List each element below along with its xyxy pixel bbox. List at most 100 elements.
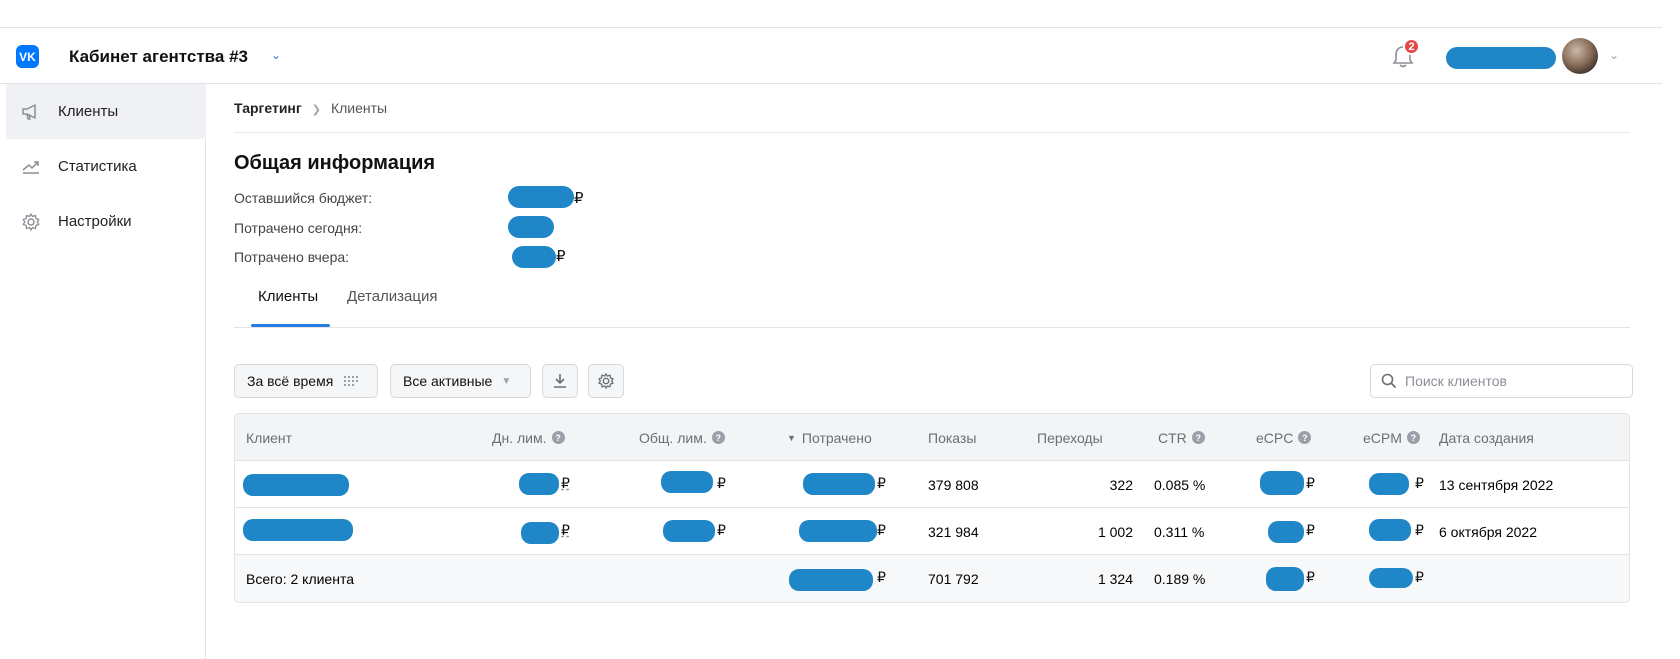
currency-sign: ₽ (556, 248, 566, 265)
tab-clients[interactable]: Клиенты (258, 288, 318, 305)
breadcrumb-root[interactable]: Таргетинг (234, 100, 302, 116)
currency-sign: ₽ (574, 190, 584, 207)
tabs-divider (234, 327, 1630, 328)
daily-limit-redacted[interactable] (519, 473, 559, 495)
chevron-right-icon: ❯ (311, 104, 321, 116)
shows-value: 379 808 (928, 476, 979, 493)
column-header-ecpm[interactable]: eCPM? (1363, 414, 1420, 461)
spent-today-label: Потрачено сегодня: (234, 220, 363, 236)
ctr-value: 0.085 % (1154, 476, 1206, 493)
daily-limit-redacted[interactable] (521, 522, 559, 544)
spent-redacted (799, 520, 877, 542)
column-header-daily-limit[interactable]: Дн. лим.? (492, 414, 565, 461)
column-header-created[interactable]: Дата создания (1439, 414, 1534, 461)
settings-button[interactable] (588, 364, 624, 398)
chevron-down-icon[interactable]: ⌄ (1609, 48, 1619, 62)
total-limit-redacted (661, 471, 713, 493)
ecpc-redacted (1268, 521, 1304, 543)
ecpm-redacted (1369, 519, 1411, 541)
currency-sign: ₽ (1306, 475, 1315, 491)
column-header-client[interactable]: Клиент (246, 414, 292, 461)
table-row[interactable]: ₽ ₽ ₽ 321 984 1 002 0.311 % ₽ ₽ 6 октябр… (235, 508, 1629, 555)
column-header-clicks[interactable]: Переходы (1037, 414, 1103, 461)
currency-sign: ₽ (1306, 522, 1315, 538)
ctr-value: 0.311 % (1154, 523, 1205, 540)
app-header: VK Кабинет агентства #3 ⌄ 2 ⌄ (0, 28, 1662, 84)
divider (234, 132, 1630, 133)
currency-sign: ₽ (717, 475, 726, 491)
sidebar-item-label: Статистика (58, 158, 137, 175)
table-row[interactable]: ₽ ₽ ₽ 379 808 322 0.085 % ₽ ₽ 13 сентябр… (235, 461, 1629, 508)
status-filter-label: Все активные (403, 373, 493, 389)
currency-sign: ₽ (717, 522, 726, 538)
total-spent-redacted (789, 569, 873, 591)
sidebar-item-statistics[interactable]: Статистика (6, 139, 206, 194)
remaining-budget-redacted (508, 186, 574, 208)
gear-icon (19, 212, 43, 232)
help-icon[interactable]: ? (1298, 431, 1312, 444)
avatar[interactable] (1562, 38, 1598, 74)
currency-sign: ₽ (561, 475, 570, 491)
period-label: За всё время (247, 373, 334, 389)
help-icon[interactable]: ? (1191, 431, 1205, 444)
clicks-value: 322 (1109, 476, 1133, 493)
column-header-ctr[interactable]: CTR? (1158, 414, 1205, 461)
breadcrumb: Таргетинг ❯ Клиенты (234, 100, 387, 116)
sidebar-item-label: Настройки (58, 213, 132, 230)
sidebar: Клиенты Статистика Настройки (6, 84, 206, 659)
table-total-row: Всего: 2 клиента ₽ 701 792 1 324 0.189 %… (235, 555, 1629, 602)
column-header-ecpc[interactable]: eCPC? (1256, 414, 1312, 461)
megaphone-icon (19, 103, 43, 121)
created-date: 6 октября 2022 (1439, 523, 1537, 540)
calendar-icon (344, 376, 359, 386)
download-button[interactable] (542, 364, 578, 398)
user-name-redacted[interactable] (1446, 47, 1556, 69)
status-filter-select[interactable]: Все активные ▼ (390, 364, 531, 398)
spent-today-redacted (508, 216, 554, 238)
table-header: Клиент Дн. лим.? Общ. лим.? ▼ Потрачено П… (235, 414, 1629, 461)
currency-sign: ₽ (1306, 569, 1315, 585)
page-title: Общая информация (234, 152, 436, 174)
search-box[interactable] (1370, 364, 1633, 398)
cabinet-title[interactable]: Кабинет агентства #3 (69, 47, 248, 67)
currency-sign: ₽ (877, 522, 886, 538)
total-limit-redacted (663, 520, 715, 542)
sidebar-item-label: Клиенты (58, 103, 119, 120)
help-icon[interactable]: ? (1406, 431, 1420, 444)
column-header-shows[interactable]: Показы (928, 414, 976, 461)
column-header-total-limit[interactable]: Общ. лим.? (639, 414, 725, 461)
total-shows: 701 792 (928, 570, 979, 587)
created-date: 13 сентября 2022 (1439, 476, 1554, 493)
notification-badge: 2 (1403, 38, 1420, 55)
period-button[interactable]: За всё время (234, 364, 378, 398)
clicks-value: 1 002 (1097, 523, 1133, 540)
ecpm-redacted (1369, 473, 1409, 495)
column-header-spent[interactable]: ▼ Потрачено (787, 414, 872, 461)
search-icon (1381, 373, 1397, 389)
total-ctr: 0.189 % (1154, 570, 1206, 587)
help-icon[interactable]: ? (551, 431, 565, 444)
spent-yesterday-label: Потрачено вчера: (234, 249, 350, 265)
search-input[interactable] (1405, 373, 1625, 389)
download-icon (554, 374, 566, 388)
sidebar-item-clients[interactable]: Клиенты (6, 84, 206, 139)
remaining-budget-label: Оставшийся бюджет: (234, 190, 373, 206)
client-name-redacted[interactable] (243, 519, 353, 541)
currency-sign: ₽ (1415, 522, 1424, 538)
currency-sign: ₽ (1415, 569, 1424, 585)
gear-icon (598, 373, 614, 389)
currency-sign: ₽ (877, 569, 886, 585)
tab-details[interactable]: Детализация (347, 288, 438, 305)
clients-table: Клиент Дн. лим.? Общ. лим.? ▼ Потрачено П… (234, 413, 1630, 603)
vk-logo[interactable]: VK (16, 45, 39, 68)
chevron-down-icon: ▼ (501, 375, 512, 387)
total-clicks: 1 324 (1097, 570, 1133, 587)
client-name-redacted[interactable] (243, 474, 349, 496)
chevron-down-icon[interactable]: ⌄ (271, 48, 281, 62)
spent-yesterday-redacted (512, 246, 556, 268)
sidebar-item-settings[interactable]: Настройки (6, 194, 206, 249)
help-icon[interactable]: ? (711, 431, 725, 444)
spent-redacted (803, 473, 875, 495)
currency-sign: ₽ (877, 475, 886, 491)
currency-sign: ₽ (1415, 475, 1424, 491)
